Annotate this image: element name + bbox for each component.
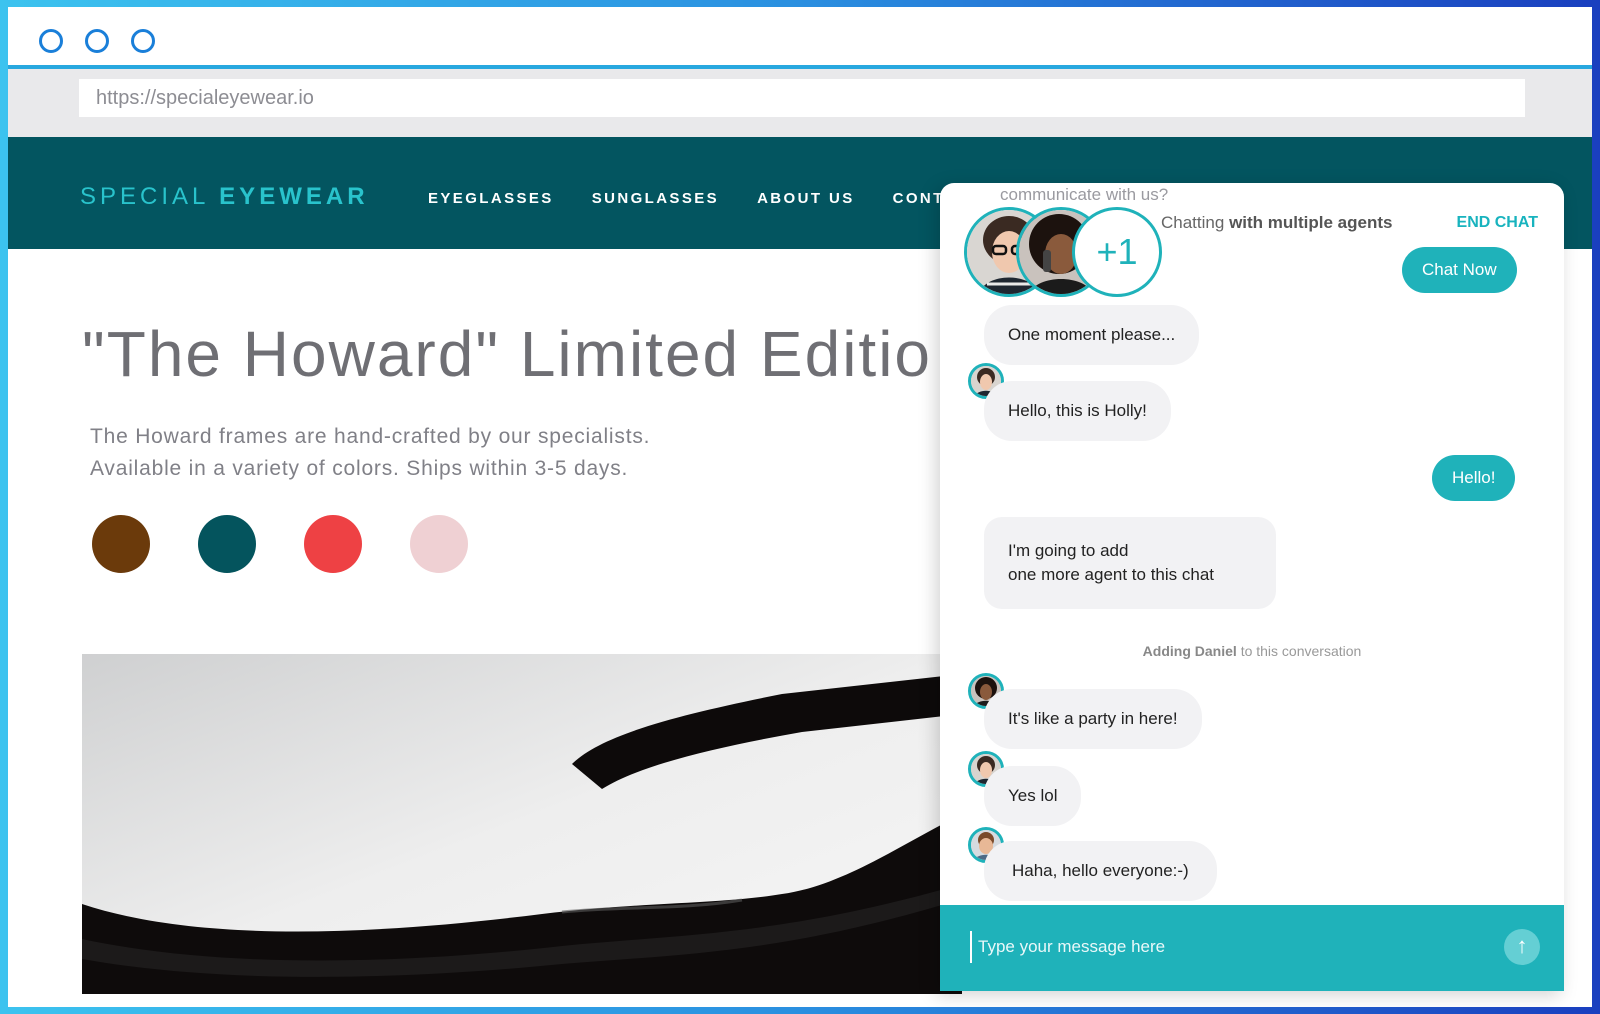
chat-prompt-text: communicate with us? [1000, 185, 1169, 204]
additional-agents-count: +1 [1072, 207, 1162, 297]
message-agent-3-line-1: I'm going to add [1008, 541, 1129, 560]
description-line-2: Available in a variety of colors. Ships … [90, 457, 629, 480]
message-agent-1: One moment please... [984, 305, 1200, 365]
browser-titlebar [8, 7, 1592, 69]
system-note: Adding Daniel to this conversation [940, 643, 1564, 659]
nav-sunglasses[interactable]: SUNGLASSES [592, 190, 719, 207]
product-photo [82, 654, 962, 994]
nav-about-us[interactable]: ABOUT US [757, 190, 855, 207]
chat-status: Chatting with multiple agents [1161, 213, 1392, 233]
chat-status-prefix: Chatting [1161, 213, 1225, 232]
logo-light-text: SPECIAL [80, 183, 209, 210]
swatch-teal[interactable] [198, 515, 256, 573]
system-note-rest: to this conversation [1240, 643, 1362, 659]
product-title: "The Howard" Limited Editio [82, 318, 932, 390]
minimize-window-button[interactable] [85, 29, 109, 53]
window-controls [39, 29, 155, 53]
description-line-1: The Howard frames are hand-crafted by ou… [90, 425, 651, 448]
message-agent-5: Yes lol [984, 766, 1082, 826]
close-window-button[interactable] [39, 29, 63, 53]
arrow-up-icon: ↑ [1516, 933, 1528, 958]
end-chat-button[interactable]: END CHAT [1457, 214, 1538, 232]
main-nav: EYEGLASSES SUNGLASSES ABOUT US CONTACT [428, 190, 982, 207]
glasses-illustration [82, 654, 962, 994]
url-input[interactable]: https://specialeyewear.io [79, 79, 1525, 117]
chat-status-bold: with multiple agents [1229, 213, 1393, 232]
chat-widget: communicate with us? Chatting with multi… [940, 183, 1564, 991]
send-button[interactable]: ↑ [1504, 929, 1540, 965]
color-swatches [92, 515, 468, 573]
logo-bold-text: EYEWEAR [219, 183, 369, 210]
swatch-red[interactable] [304, 515, 362, 573]
site-logo[interactable]: SPECIAL EYEWEAR [80, 183, 369, 211]
message-agent-4: It's like a party in here! [984, 689, 1202, 749]
browser-window: https://specialeyewear.io SPECIAL EYEWEA… [8, 7, 1592, 1007]
system-note-bold: Adding Daniel [1142, 643, 1237, 659]
chat-now-button[interactable]: Chat Now [1402, 247, 1517, 293]
message-agent-6: Haha, hello everyone:-) [984, 841, 1217, 901]
swatch-brown[interactable] [92, 515, 150, 573]
address-bar-area: https://specialeyewear.io [8, 69, 1592, 137]
message-agent-3-line-2: one more agent to this chat [1008, 565, 1215, 584]
swatch-pink[interactable] [410, 515, 468, 573]
nav-eyeglasses[interactable]: EYEGLASSES [428, 190, 554, 207]
maximize-window-button[interactable] [131, 29, 155, 53]
message-user-1: Hello! [1432, 455, 1516, 501]
product-description: The Howard frames are hand-crafted by ou… [90, 421, 650, 485]
agent-avatars: +1 [964, 207, 1164, 299]
message-input[interactable]: Type your message here [970, 931, 1490, 963]
message-composer: Type your message here ↑ [940, 905, 1564, 991]
message-agent-2: Hello, this is Holly! [984, 381, 1171, 441]
message-agent-3: I'm going to add one more agent to this … [984, 517, 1276, 609]
